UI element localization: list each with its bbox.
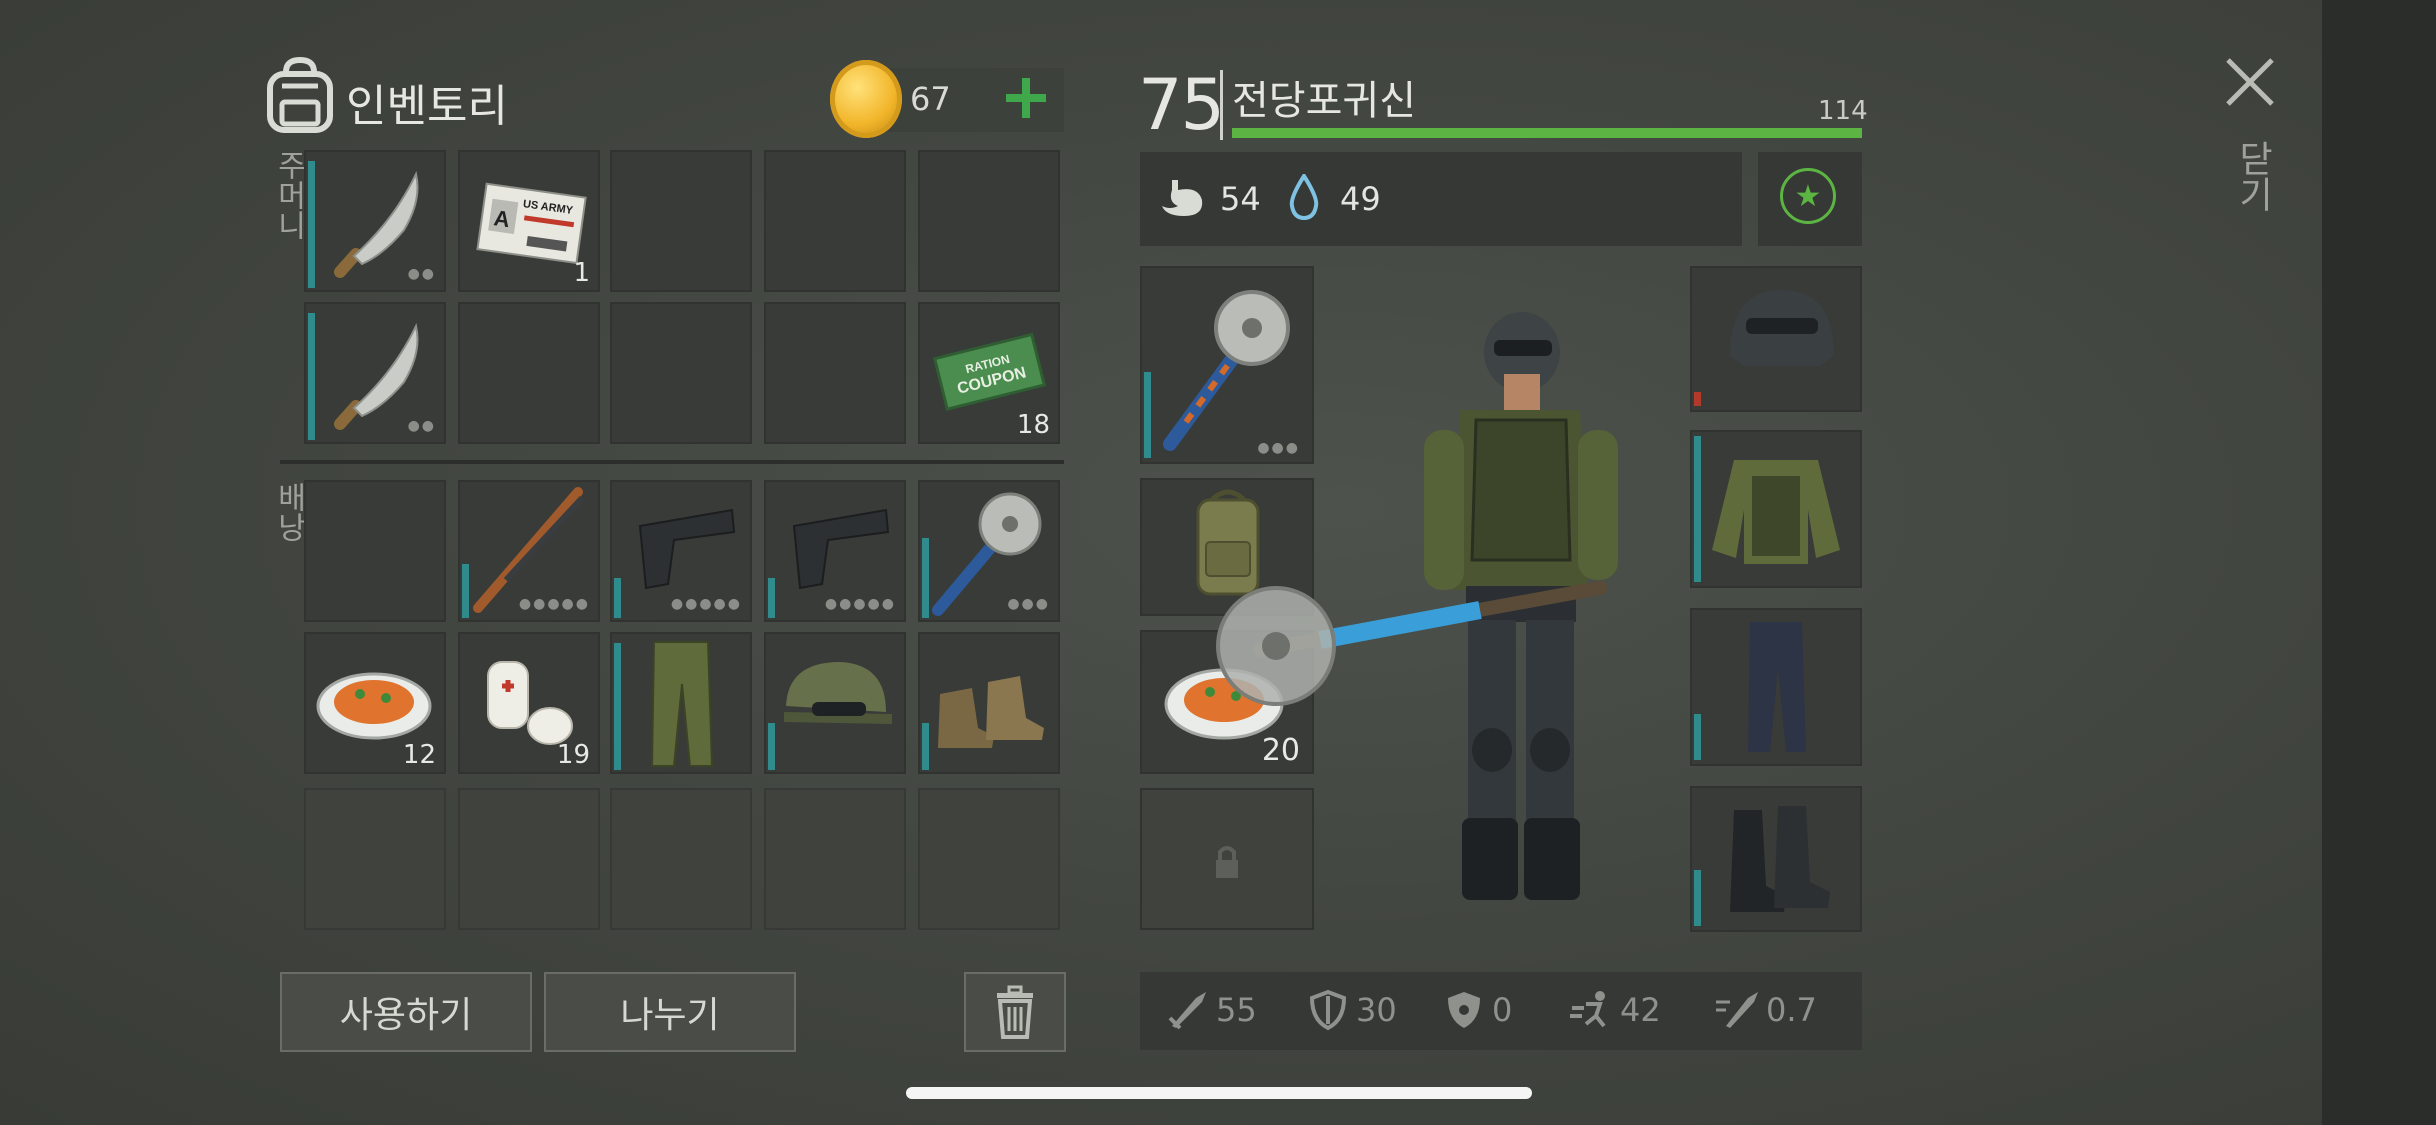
quick-slot-count: 20 [1261,733,1300,768]
boots-icon [938,676,1044,748]
item-count: 12 [402,740,436,770]
running-icon [1570,991,1606,1028]
inventory-slot-camo-cap[interactable] [764,632,906,774]
radiation-shield-icon [1448,992,1480,1028]
inventory-slot-saw-blade-club[interactable]: ●●● [918,480,1060,622]
xp-bar-fill [1232,128,1862,138]
inventory-slot-pistol[interactable]: ●●●●● [764,480,906,622]
trash-icon [997,985,1033,1039]
speed-stat: 42 [1570,988,1661,1032]
split-button[interactable]: 나누기 [544,972,796,1052]
inventory-slot-ration-coupon[interactable]: RATION COUPON 18 [918,302,1060,444]
water-drop-icon [1289,174,1319,220]
inventory-slot-machete[interactable]: ●● [304,150,446,292]
backpack-icon [267,56,333,133]
thirst-value: 49 [1340,180,1381,218]
stomach-icon [1162,180,1203,216]
pants-slot[interactable] [1690,608,1862,766]
character-name: 전당포귀신 [1232,78,1416,124]
inventory-slot-pistol[interactable]: ●●●●● [610,480,752,622]
durability-dots: ●●● [1007,596,1050,612]
close-label[interactable]: 닫기 [2226,140,2278,212]
inventory-slot-us-army-id-card[interactable]: A US ARMY 1 [458,150,600,292]
tactical-pants-icon [1748,622,1806,752]
durability-dots: ●●●●● [824,596,896,612]
inventory-slot-empty[interactable] [610,788,752,930]
inventory-slot-machete[interactable]: ●● [304,302,446,444]
camo-pants-icon [650,641,714,767]
home-indicator [906,1087,1532,1099]
equipped-weapon-model [1216,581,1607,706]
defense-stat: 30 [1306,988,1397,1032]
lock-icon [1216,846,1238,878]
weapon-durability-dots: ●●● [1257,440,1300,456]
speed-value: 42 [1620,991,1661,1029]
close-icon[interactable] [2222,54,2278,110]
inventory-slot-empty[interactable] [610,302,752,444]
inventory-title: 인벤토리 [346,81,508,132]
defense-value: 30 [1356,991,1397,1029]
star-icon: ★ [1794,178,1822,214]
use-button[interactable]: 사용하기 [280,972,532,1052]
saw-blade-club-icon [1163,290,1290,451]
boots-slot[interactable] [1690,786,1862,932]
star-button[interactable]: ★ [1780,168,1836,224]
level-separator [1220,70,1223,140]
item-count: 19 [556,740,590,770]
trash-button[interactable] [964,972,1066,1052]
section-divider [280,460,1064,464]
inventory-slot-camo-pants[interactable] [610,632,752,774]
attack-speed-value: 0.7 [1766,991,1817,1029]
inventory-slot-empty[interactable] [764,150,906,292]
inventory-slot-empty[interactable] [764,302,906,444]
add-coins-button[interactable] [1004,76,1048,120]
inventory-slot-boots[interactable] [918,632,1060,774]
durability-dots: ●● [407,266,436,282]
attack-speed-stat: 0.7 [1716,988,1817,1032]
inventory-slot-empty[interactable] [610,150,752,292]
locked-slot[interactable] [1140,788,1314,930]
inventory-slot-empty[interactable] [304,788,446,930]
inventory-slot-shotgun[interactable]: ●●●●● [458,480,600,622]
inventory-slot-empty[interactable] [918,788,1060,930]
inventory-slot-bandage[interactable]: 19 [458,632,600,774]
radiation-stat: 0 [1442,988,1512,1032]
sword-icon [1168,992,1206,1030]
inventory-slot-empty[interactable] [458,788,600,930]
inventory-slot-empty[interactable] [304,480,446,622]
weapon-slot[interactable]: ●●● [1140,266,1314,464]
coin-count: 67 [910,80,951,118]
right-edge-strip [2322,0,2436,1125]
helmet-slot[interactable] [1690,266,1862,412]
attack-stat: 55 [1166,988,1257,1032]
durability-dots: ●●●●● [670,596,742,612]
durability-dots: ●● [407,418,436,434]
coin-icon [830,60,902,138]
combat-boots-icon [1730,806,1830,912]
durability-dots: ●●●●● [518,596,590,612]
attack-value: 55 [1216,991,1257,1029]
character-level: 75 [1138,64,1225,146]
hunger-value: 54 [1220,180,1261,218]
camo-cap-icon [784,662,892,724]
inventory-slot-empty[interactable] [764,788,906,930]
inventory-slot-food-plate[interactable]: 12 [304,632,446,774]
tactical-vest-icon [1712,460,1840,564]
helmet-icon [1730,290,1834,366]
item-count: 1 [573,258,590,288]
inventory-slot-empty[interactable] [458,302,600,444]
radiation-value: 0 [1492,991,1513,1029]
xp-max-value: 114 [1818,96,1868,126]
inventory-slot-empty[interactable] [918,150,1060,292]
shield-icon [1309,989,1347,1031]
body-armor-slot[interactable] [1690,430,1862,588]
item-count: 18 [1016,410,1050,440]
fast-sword-icon [1716,992,1758,1028]
